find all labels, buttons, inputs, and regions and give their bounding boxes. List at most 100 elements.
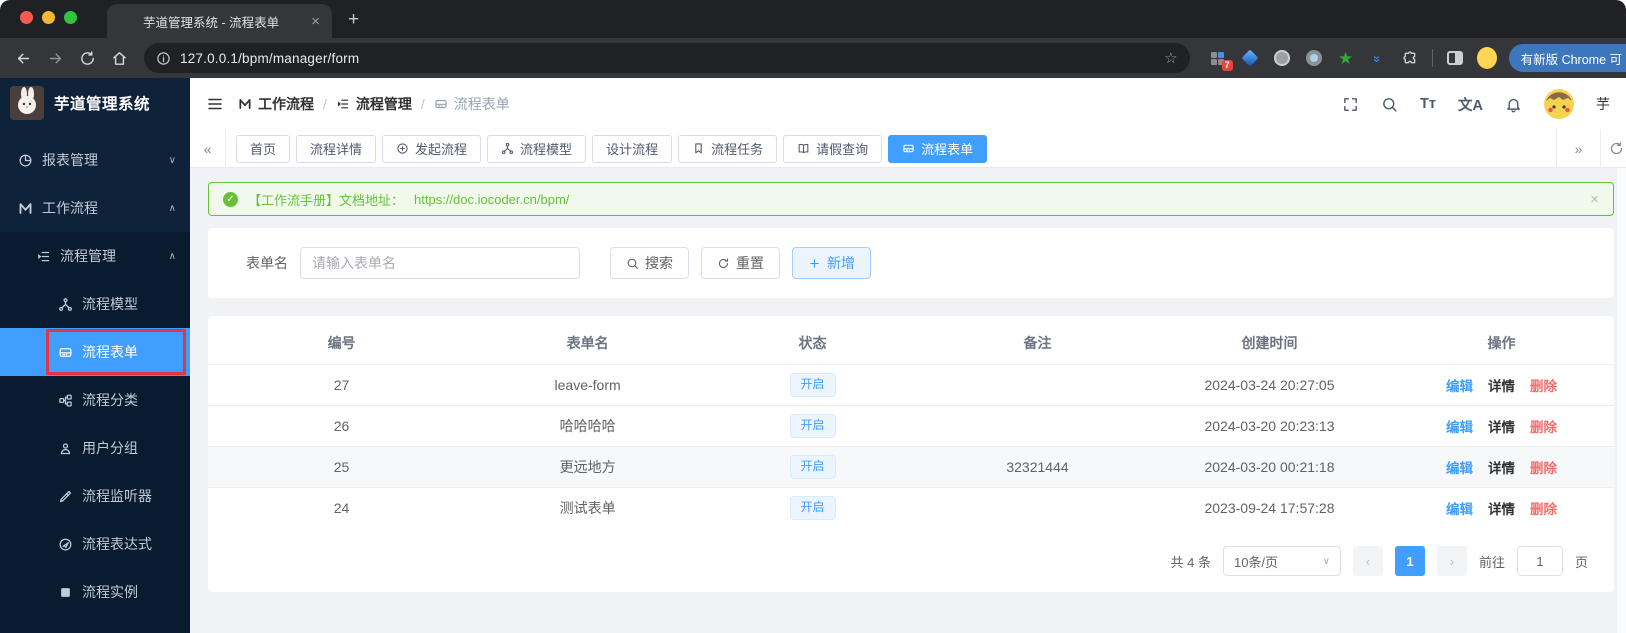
- table-row: 26 哈哈哈哈 开启 2024-03-20 20:23:13 编辑 详情 删除: [208, 405, 1614, 446]
- sidebar-item-process-instance[interactable]: 流程实例: [0, 568, 190, 616]
- detail-link[interactable]: 详情: [1488, 498, 1515, 518]
- extension-grid-icon[interactable]: 7: [1208, 48, 1233, 71]
- cell-name: 测试表单: [559, 500, 616, 516]
- extension-layers-icon[interactable]: »: [1368, 48, 1388, 68]
- tabs-scroll-left-icon[interactable]: «: [190, 130, 226, 167]
- cell-actions: 编辑 详情 删除: [1389, 457, 1614, 477]
- sidebar-item-process-listener[interactable]: 流程监听器: [0, 472, 190, 520]
- breadcrumb-item-workflow[interactable]: 工作流程: [238, 94, 314, 114]
- breadcrumb: 工作流程 / 流程管理 / 流程表单: [238, 94, 510, 114]
- tab-process-model[interactable]: 流程模型: [487, 134, 587, 163]
- toolbar-divider: [1431, 49, 1433, 67]
- detail-link[interactable]: 详情: [1488, 375, 1515, 395]
- forward-icon[interactable]: [42, 45, 68, 71]
- sidebar-item-user-group[interactable]: 用户分组: [0, 424, 190, 472]
- success-check-icon: ✓: [223, 191, 238, 207]
- tab-home[interactable]: 首页: [236, 134, 291, 163]
- next-page-button[interactable]: ›: [1436, 546, 1467, 576]
- maximize-window-button[interactable]: [64, 11, 77, 24]
- detail-link[interactable]: 详情: [1488, 416, 1515, 436]
- alert-close-icon[interactable]: ×: [1590, 191, 1599, 208]
- sidebar-item-report-mgmt[interactable]: 报表管理 ∨: [0, 136, 190, 184]
- search-button[interactable]: 搜索: [610, 247, 689, 279]
- sidebar-item-process-category[interactable]: 流程分类: [0, 376, 190, 424]
- scrollbar-gutter[interactable]: [1616, 168, 1626, 633]
- sidebar-item-process-mgmt[interactable]: 流程管理 ∧: [0, 232, 190, 280]
- edit-link[interactable]: 编辑: [1446, 498, 1473, 518]
- breadcrumb-label: 工作流程: [258, 96, 314, 112]
- extension-dot-icon[interactable]: [1304, 48, 1324, 68]
- cell-status: 开启: [700, 373, 925, 397]
- tabs-scroll-right-icon[interactable]: »: [1556, 130, 1600, 167]
- address-bar[interactable]: 127.0.0.1/bpm/manager/form ☆: [144, 43, 1190, 73]
- doc-link[interactable]: https://doc.iocoder.cn/bpm/: [414, 192, 569, 207]
- sidebar-item-process-model[interactable]: 流程模型: [0, 280, 190, 328]
- side-panel-icon[interactable]: [1445, 48, 1465, 68]
- delete-link[interactable]: 删除: [1530, 498, 1557, 518]
- search-icon[interactable]: [1381, 96, 1398, 113]
- chevron-down-icon: ∨: [1322, 555, 1330, 567]
- home-icon[interactable]: [106, 45, 132, 71]
- detail-link[interactable]: 详情: [1488, 457, 1515, 477]
- tab-process-form[interactable]: 流程表单: [888, 134, 988, 163]
- workflow-icon: [238, 97, 252, 111]
- page-size-select[interactable]: 10条/页 ∨: [1222, 546, 1341, 576]
- extension-diamond-icon[interactable]: [1240, 48, 1260, 68]
- sidebar-item-process-expression[interactable]: 流程表达式: [0, 520, 190, 568]
- chrome-update-chip[interactable]: 有新版 Chrome 可: [1508, 44, 1626, 72]
- col-id: 编号: [327, 335, 356, 351]
- chevron-up-icon: ∧: [168, 250, 176, 262]
- tab-process-task[interactable]: 流程任务: [678, 134, 778, 163]
- page-1-button[interactable]: 1: [1394, 546, 1425, 576]
- app-logo[interactable]: 芋道管理系统: [0, 78, 190, 128]
- breadcrumb-item-process-mgmt[interactable]: 流程管理: [336, 94, 412, 114]
- tab-close-icon[interactable]: ×: [311, 13, 320, 30]
- edit-link[interactable]: 编辑: [1446, 375, 1473, 395]
- close-window-button[interactable]: [20, 11, 33, 24]
- url-text[interactable]: 127.0.0.1/bpm/manager/form: [180, 51, 1155, 66]
- browser-tab[interactable]: 芋道管理系统 - 流程表单 ×: [107, 4, 332, 38]
- form-name-input[interactable]: [300, 247, 580, 279]
- delete-link[interactable]: 删除: [1530, 457, 1557, 477]
- goto-page-input[interactable]: [1516, 546, 1563, 576]
- sidebar-item-label: 流程监听器: [82, 488, 152, 504]
- reload-icon[interactable]: [74, 45, 100, 71]
- col-actions: 操作: [1487, 335, 1516, 351]
- new-tab-button[interactable]: +: [348, 9, 359, 31]
- delete-link[interactable]: 删除: [1530, 416, 1557, 436]
- tab-launch-process[interactable]: 发起流程: [382, 134, 482, 163]
- fullscreen-icon[interactable]: [1342, 96, 1359, 113]
- delete-link[interactable]: 删除: [1530, 375, 1557, 395]
- prev-page-button[interactable]: ‹: [1352, 546, 1383, 576]
- extension-star-icon[interactable]: ★: [1336, 48, 1356, 68]
- font-size-icon[interactable]: Tт: [1420, 96, 1436, 112]
- sidebar-item-workflow[interactable]: 工作流程 ∧: [0, 184, 190, 232]
- site-info-icon[interactable]: [156, 51, 171, 66]
- user-group-icon: [58, 441, 73, 456]
- collapse-menu-icon[interactable]: [206, 95, 224, 113]
- edit-link[interactable]: 编辑: [1446, 416, 1473, 436]
- bell-icon[interactable]: [1505, 96, 1522, 113]
- extension-circle-icon[interactable]: [1272, 48, 1292, 68]
- translate-icon[interactable]: 文A: [1458, 94, 1483, 115]
- bookmark-star-icon[interactable]: ☆: [1164, 49, 1177, 67]
- workflow-icon: [18, 201, 33, 216]
- doc-alert-banner: ✓ 【工作流手册】文档地址： https://doc.iocoder.cn/bp…: [208, 182, 1614, 216]
- edit-link[interactable]: 编辑: [1446, 457, 1473, 477]
- tabs-more-icon[interactable]: [1600, 130, 1626, 167]
- back-icon[interactable]: [10, 45, 36, 71]
- browser-tabstrip: 芋道管理系统 - 流程表单 × +: [0, 0, 1626, 38]
- browser-profile-avatar[interactable]: [1476, 47, 1497, 69]
- reset-button[interactable]: 重置: [701, 247, 780, 279]
- sidebar-item-process-form[interactable]: 流程表单: [0, 328, 190, 376]
- cell-remark: 32321444: [1006, 459, 1069, 475]
- tab-design-process[interactable]: 设计流程: [592, 134, 673, 163]
- add-button[interactable]: 新增: [792, 247, 871, 279]
- minimize-window-button[interactable]: [42, 11, 55, 24]
- sidebar-menu: 报表管理 ∨ 工作流程 ∧ 流程管理 ∧ 流程模型 流程表单 流程分类 用户分组…: [0, 128, 190, 633]
- tab-leave-query[interactable]: 请假查询: [783, 134, 883, 163]
- breadcrumb-separator: /: [420, 96, 425, 112]
- extensions-puzzle-icon[interactable]: [1400, 48, 1420, 68]
- user-avatar[interactable]: [1544, 89, 1574, 119]
- tab-process-detail[interactable]: 流程详情: [296, 134, 377, 163]
